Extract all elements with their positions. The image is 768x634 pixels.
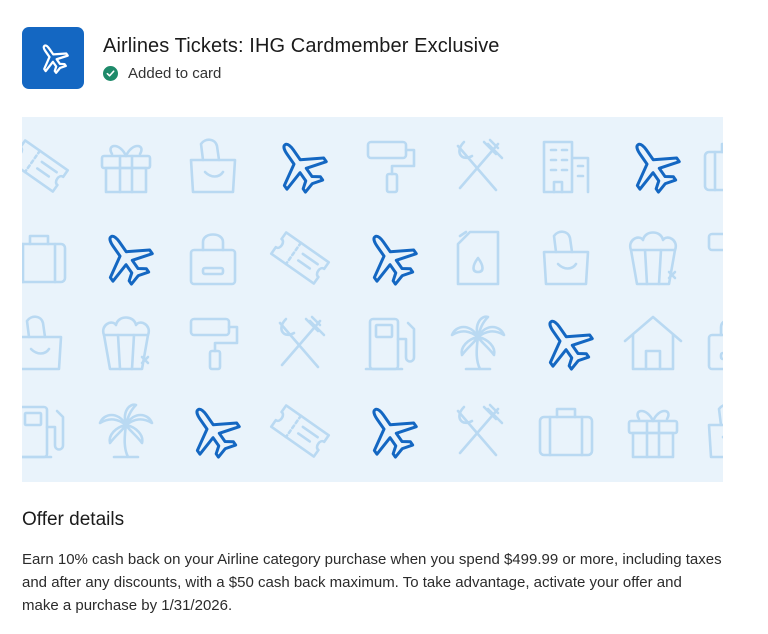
gas-pump-icon xyxy=(364,317,416,371)
grocery-bag-icon xyxy=(22,315,63,371)
airplane-icon xyxy=(22,27,84,89)
popcorn-icon xyxy=(101,316,151,371)
gas-pump-icon xyxy=(22,405,65,459)
suitcase-icon xyxy=(538,407,594,457)
paint-roller-icon xyxy=(366,140,416,194)
paint-roller-icon xyxy=(707,232,723,252)
check-circle-icon xyxy=(103,66,118,81)
utensils-icon xyxy=(456,138,504,192)
airplane-icon xyxy=(108,234,154,286)
utensils-icon xyxy=(456,403,504,457)
offer-banner-image xyxy=(22,117,723,482)
airplane-icon xyxy=(372,234,418,286)
popcorn-icon xyxy=(628,231,678,286)
suitcase-icon xyxy=(22,234,67,284)
suitcase-icon xyxy=(703,142,723,192)
ticket-icon xyxy=(269,404,331,458)
status-text: Added to card xyxy=(128,65,222,82)
airplane-icon xyxy=(635,142,681,194)
building-icon xyxy=(542,140,590,194)
palm-tree-icon xyxy=(98,403,154,459)
airplane-icon xyxy=(372,407,418,459)
ticket-icon xyxy=(22,139,70,193)
offer-details-text: Earn 10% cash back on your Airline categ… xyxy=(22,551,722,614)
offer-title: Airlines Tickets: IHG Cardmember Exclusi… xyxy=(103,35,500,57)
shopping-bag-icon xyxy=(707,320,723,371)
gift-icon xyxy=(627,409,679,459)
shopping-bag-icon xyxy=(189,233,237,286)
grocery-bag-icon xyxy=(707,404,723,459)
airplane-icon xyxy=(195,407,241,459)
airplane-icon xyxy=(282,142,328,194)
airplane-icon xyxy=(548,319,594,371)
grocery-bag-icon xyxy=(542,230,590,286)
status-indicator: Added to card xyxy=(103,65,221,82)
offer-header: Airlines Tickets: IHG Cardmember Exclusi… xyxy=(22,27,722,89)
offer-details-heading: Offer details xyxy=(22,509,125,530)
fuel-can-icon xyxy=(456,230,500,286)
utensils-icon xyxy=(278,315,326,369)
ticket-icon xyxy=(269,231,331,285)
icon-pattern xyxy=(22,138,723,459)
palm-tree-icon xyxy=(450,315,506,371)
house-icon xyxy=(623,315,683,371)
grocery-bag-icon xyxy=(189,138,237,194)
gift-icon xyxy=(100,144,152,194)
paint-roller-icon xyxy=(189,317,239,371)
